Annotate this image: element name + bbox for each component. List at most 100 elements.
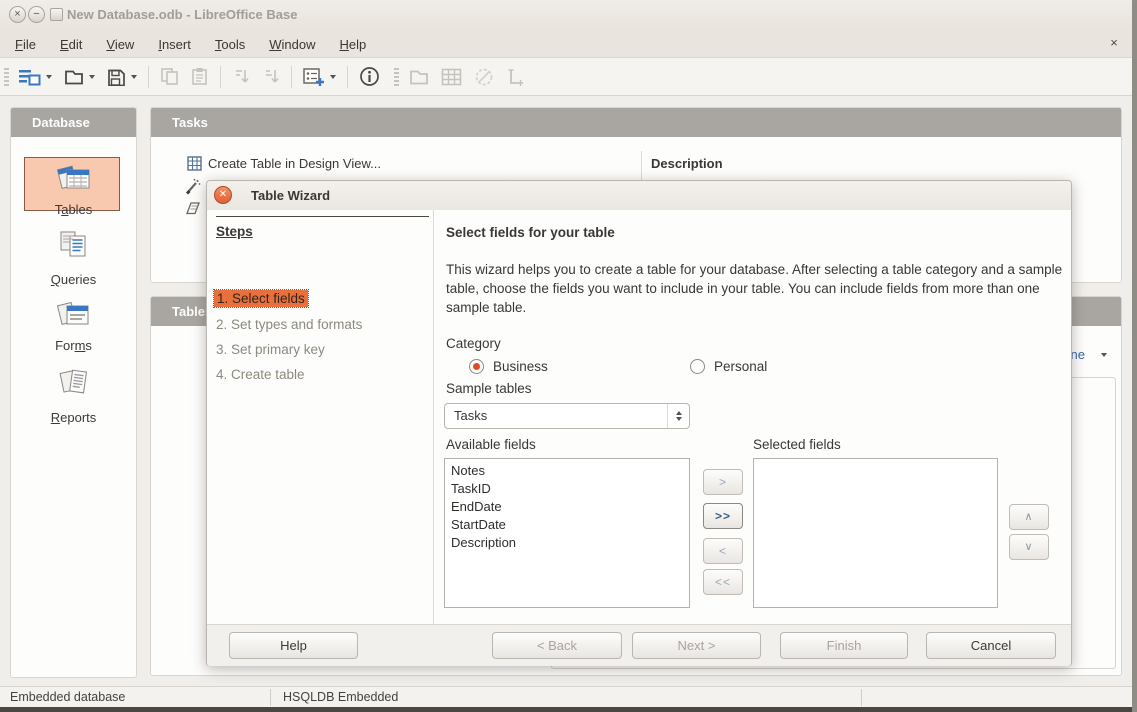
sidebar-item-label: Queries <box>11 272 136 287</box>
list-item[interactable]: StartDate <box>445 516 689 534</box>
dialog-close-icon[interactable]: ✕ <box>214 186 232 204</box>
category-label: Category <box>446 336 501 351</box>
menu-help[interactable]: Help <box>336 35 369 54</box>
task-use-wizard[interactable] <box>185 178 201 195</box>
status-engine: HSQLDB Embedded <box>283 690 398 704</box>
sidebar-item-reports[interactable]: Reports <box>11 366 136 425</box>
open-database-object-icon <box>409 68 429 86</box>
step-1-select-fields[interactable]: 1. Select fields <box>214 290 308 307</box>
menu-tools[interactable]: Tools <box>212 35 248 54</box>
menu-edit[interactable]: Edit <box>57 35 85 54</box>
new-form-icon <box>303 67 325 87</box>
menu-view[interactable]: View <box>103 35 137 54</box>
menu-file[interactable]: File <box>12 35 39 54</box>
list-item[interactable]: Description <box>445 534 689 552</box>
toolbar-separator <box>220 66 221 88</box>
radio-personal[interactable] <box>690 359 705 374</box>
status-database-type: Embedded database <box>10 690 125 704</box>
dialog-vertical-separator <box>433 210 434 624</box>
table-icon <box>441 68 462 86</box>
step-2-set-types-and-formats[interactable]: 2. Set types and formats <box>216 317 362 332</box>
window-bottom-border <box>0 707 1132 712</box>
move-up-button[interactable]: ∧ <box>1009 504 1049 530</box>
sample-tables-combobox[interactable]: Tasks <box>444 403 690 429</box>
window-minimize-button[interactable]: − <box>28 6 45 23</box>
paste-icon <box>191 67 209 86</box>
status-bar: Embedded database HSQLDB Embedded <box>0 686 1132 707</box>
dialog-heading: Select fields for your table <box>446 225 615 240</box>
dialog-intro-text: This wizard helps you to create a table … <box>446 260 1064 317</box>
sidebar-item-label: Tables <box>11 202 136 217</box>
disable-icon <box>474 67 494 87</box>
task-create-view[interactable] <box>185 200 201 216</box>
dialog-footer: Help < Back Next > Finish Cancel <box>207 624 1071 666</box>
spin-down-icon <box>676 417 682 421</box>
add-all-fields-button[interactable]: >> <box>703 503 743 529</box>
menu-insert[interactable]: Insert <box>155 35 194 54</box>
paste-button <box>187 64 213 89</box>
cancel-button[interactable]: Cancel <box>926 632 1056 659</box>
window-maximize-button[interactable] <box>50 8 63 21</box>
new-database-button[interactable] <box>15 65 56 89</box>
sidebar-item-forms[interactable]: Forms <box>11 297 136 353</box>
table-wizard-dialog: ✕ Table Wizard Steps 1. Select fields 2.… <box>206 180 1072 666</box>
toolbar <box>0 58 1132 96</box>
toolbar-separator <box>148 66 149 88</box>
add-field-button[interactable]: > <box>703 469 743 495</box>
steps-pane: Steps 1. Select fields 2. Set types and … <box>207 210 433 624</box>
table-view-button <box>437 65 466 89</box>
step-4-create-table[interactable]: 4. Create table <box>216 367 305 382</box>
list-item[interactable]: EndDate <box>445 498 689 516</box>
reports-icon <box>54 366 94 402</box>
window-title: New Database.odb - LibreOffice Base <box>67 7 297 22</box>
steps-header: Steps <box>216 224 253 239</box>
selected-fields-list[interactable] <box>753 458 998 608</box>
available-fields-list[interactable]: Notes TaskID EndDate StartDate Descripti… <box>444 458 690 608</box>
sidebar-item-queries[interactable]: Queries <box>11 228 136 287</box>
menu-window[interactable]: Window <box>266 35 318 54</box>
sort-descending-icon <box>262 67 280 86</box>
sort-ascending-icon <box>232 67 250 86</box>
tasks-pane-header: Tasks <box>151 108 1121 137</box>
list-item[interactable]: Notes <box>445 462 689 480</box>
chevron-down-icon <box>1101 353 1107 357</box>
radio-personal-label[interactable]: Personal <box>714 359 767 374</box>
close-document-icon[interactable]: × <box>1106 35 1122 50</box>
open-button[interactable] <box>60 65 99 89</box>
chevron-down-icon <box>330 75 336 79</box>
help-button[interactable]: Help <box>229 632 358 659</box>
save-icon <box>107 68 126 86</box>
back-button: < Back <box>492 632 622 659</box>
menu-bar: File Edit View Insert Tools Window Help … <box>0 30 1132 58</box>
sidebar-item-label: Reports <box>11 410 136 425</box>
toolbar-grip[interactable] <box>394 68 399 86</box>
table-design-icon <box>187 156 202 171</box>
save-button[interactable] <box>103 65 141 89</box>
toolbar-grip[interactable] <box>4 68 9 86</box>
radio-business-label[interactable]: Business <box>493 359 548 374</box>
remove-all-fields-button[interactable]: << <box>703 569 743 595</box>
forms-icon <box>54 297 94 330</box>
move-down-button[interactable]: ∨ <box>1009 534 1049 560</box>
selected-fields-label: Selected fields <box>753 437 841 452</box>
sample-tables-label: Sample tables <box>446 381 532 396</box>
list-item[interactable]: TaskID <box>445 480 689 498</box>
sort-order-button <box>502 65 530 89</box>
combobox-spinner[interactable] <box>667 404 689 428</box>
sidebar-item-label: Forms <box>11 338 136 353</box>
window-close-button[interactable]: × <box>9 6 26 23</box>
description-header: Description <box>651 156 723 171</box>
new-database-icon <box>19 68 41 86</box>
database-info-button[interactable] <box>355 63 384 90</box>
sidebar-item-tables[interactable]: Tables <box>11 161 136 217</box>
new-form-button[interactable] <box>299 64 340 90</box>
remove-field-button[interactable]: < <box>703 538 743 564</box>
chevron-down-icon <box>46 75 52 79</box>
sort-descending-button <box>258 64 284 89</box>
sort-order-icon <box>506 68 526 86</box>
task-create-table-design-view[interactable]: Create Table in Design View... <box>187 156 381 171</box>
disable-button <box>470 64 498 90</box>
step-3-set-primary-key[interactable]: 3. Set primary key <box>216 342 325 357</box>
radio-business[interactable] <box>469 359 484 374</box>
wizard-wand-icon <box>185 178 201 195</box>
